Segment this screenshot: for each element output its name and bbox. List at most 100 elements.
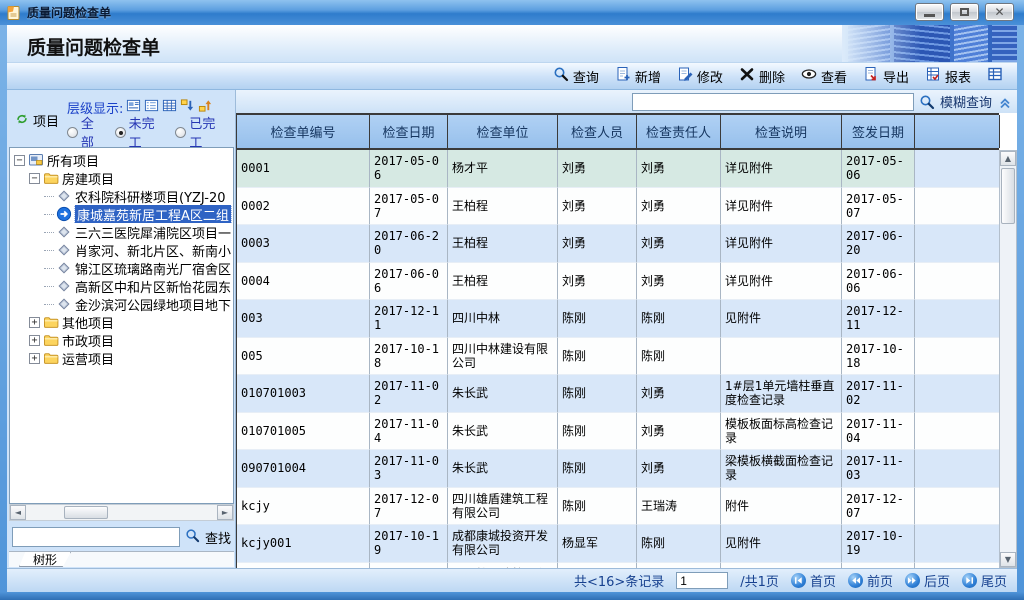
next-page-button[interactable]: 后页 [905,571,950,590]
tree-guide [44,214,54,215]
table-cell: 刘勇 [637,188,721,226]
tree-item[interactable]: 金沙滨河公园绿地项目地下 [10,295,233,313]
page-number-input[interactable] [676,572,728,589]
fuzzy-query-button[interactable]: 模糊查询 [940,92,992,111]
radio-全部[interactable]: 全部 [67,113,107,151]
diamond-icon [56,260,72,276]
collapse-panel-icon[interactable] [997,94,1013,110]
find-button[interactable]: 查找 [205,528,231,547]
scroll-left-icon[interactable]: ◄ [10,505,26,520]
query-button[interactable]: 查询 [547,63,605,89]
tree-expander-icon[interactable]: + [29,317,40,328]
minimize-button[interactable] [915,3,944,21]
column-header[interactable] [915,115,1000,148]
table-cell: 陈刚 [558,450,637,488]
report-icon [925,66,941,86]
report-button[interactable]: 报表 [919,63,977,89]
scroll-right-icon[interactable]: ► [217,505,233,520]
column-header[interactable]: 检查日期 [370,115,448,148]
table-cell: 见附件 [721,300,842,338]
table-row[interactable]: 0107010032017-11-02朱长武陈刚刘勇1#层1单元墙柱垂直度检查记… [237,375,999,413]
scrollbar-thumb[interactable] [64,506,108,519]
tree-expander-icon[interactable]: − [14,155,25,166]
last-page-button[interactable]: 尾页 [962,571,1007,590]
table-cell: 陈刚 [637,338,721,376]
tree-horizontal-scrollbar[interactable]: ◄ ► [9,504,234,521]
column-header[interactable]: 检查说明 [721,115,842,148]
table-cell: 005 [237,338,370,376]
tree-item[interactable]: 锦江区琉璃路南光厂宿舍区 [10,259,233,277]
tree-item[interactable]: −房建项目 [10,169,233,187]
add-doc-icon [615,66,631,86]
tree-item[interactable]: 农科院科研楼项目(YZJ-20 [10,187,233,205]
tree-find-input[interactable] [12,527,180,547]
tree-item[interactable]: 三六三医院犀浦院区项目一 [10,223,233,241]
table-cell: 杨才平 [448,150,558,188]
delete-button[interactable]: 删除 [733,63,791,89]
table-row[interactable]: kcjy0012017-10-19成都康城投资开发有限公司杨显军陈刚见附件201… [237,525,999,563]
tree-item[interactable]: 肖家河、新北片区、新南小 [10,241,233,259]
scroll-up-icon[interactable]: ▲ [1000,151,1016,166]
grid-button[interactable] [981,63,1009,89]
table-vertical-scrollbar[interactable]: ▲ ▼ [999,150,1017,568]
prev-page-button[interactable]: 前页 [848,571,893,590]
table-row[interactable]: 00022017-05-07王柏程刘勇刘勇详见附件2017-05-07 [237,188,999,226]
scroll-down-icon[interactable]: ▼ [1000,552,1016,567]
radio-circle-icon[interactable] [175,127,186,138]
tree-item[interactable]: +市政项目 [10,331,233,349]
fuzzy-search-input[interactable] [632,93,914,111]
diamond-icon [56,278,72,294]
tree-item[interactable]: + 其他项目 [10,313,233,331]
delete-icon [739,66,755,86]
radio-已完工[interactable]: 已完工 [175,113,228,151]
first-page-button[interactable]: 首页 [791,571,836,590]
table-cell: 0004 [237,263,370,301]
search-icon [553,66,569,86]
table-cell: 王柏程 [448,263,558,301]
page-title: 质量问题检查单 [27,33,160,60]
table-row[interactable]: 00012017-05-06杨才平刘勇刘勇详见附件2017-05-06 [237,150,999,188]
tab-tree-view[interactable]: 树形 [19,552,71,567]
view-button[interactable]: 查看 [795,63,853,89]
tree-item[interactable]: 康城嘉苑新居工程A区二组 [10,205,233,223]
root-icon [28,152,44,168]
radio-未完工[interactable]: 未完工 [115,113,168,151]
tree-item-label: 其他项目 [62,313,114,331]
table-cell: 2017-05-07 [370,188,448,226]
tree-expander-icon[interactable]: + [29,353,40,364]
radio-circle-icon[interactable] [115,127,126,138]
table-row[interactable]: 0052017-10-18四川中林建设有限公司陈刚陈刚2017-10-18 [237,338,999,376]
refresh-icon[interactable] [15,112,29,129]
maximize-button[interactable] [950,3,979,21]
table-row[interactable]: 0032017-12-11四川中林陈刚陈刚见附件2017-12-11 [237,300,999,338]
modify-button[interactable]: 修改 [671,63,729,89]
tree-item[interactable]: − 所有项目 [10,151,233,169]
radio-circle-icon[interactable] [67,127,78,138]
tree-expander-icon[interactable]: − [29,173,40,184]
table-row[interactable]: 0107010052017-11-04朱长武陈刚刘勇模板板面标高检查记录2017… [237,413,999,451]
add-button[interactable]: 新增 [609,63,667,89]
tree-item[interactable]: 高新区中和片区新怡花园东 [10,277,233,295]
last-page-icon [962,573,977,588]
scrollbar-thumb[interactable] [1001,168,1015,224]
column-header[interactable]: 检查单位 [448,115,558,148]
tree-item-label: 运营项目 [62,349,114,367]
close-button[interactable]: ✕ [985,3,1014,21]
column-header[interactable]: 检查单编号 [237,115,370,148]
table-cell: 090701004 [237,450,370,488]
tree-item[interactable]: + 运营项目 [10,349,233,367]
export-button[interactable]: 导出 [857,63,915,89]
table-row[interactable]: 00042017-06-06王柏程刘勇刘勇详见附件2017-06-06 [237,263,999,301]
table-row[interactable]: 0907010042017-11-03朱长武陈刚刘勇梁模板横截面检查记录2017… [237,450,999,488]
export-icon [863,66,879,86]
column-header[interactable]: 检查责任人 [637,115,721,148]
table-cell: 2017-11-04 [842,413,915,451]
inspection-table: 检查单编号检查日期检查单位检查人员检查责任人检查说明签发日期 00012017-… [236,113,1017,568]
column-header[interactable]: 检查人员 [558,115,637,148]
prev-page-icon [848,573,863,588]
table-row[interactable]: kcjy2017-12-07四川雄盾建筑工程有限公司陈刚王瑞涛附件2017-12… [237,488,999,526]
tree-item-label: 所有项目 [47,151,99,169]
table-row[interactable]: 00032017-06-20王柏程刘勇刘勇详见附件2017-06-20 [237,225,999,263]
column-header[interactable]: 签发日期 [842,115,915,148]
tree-expander-icon[interactable]: + [29,335,40,346]
